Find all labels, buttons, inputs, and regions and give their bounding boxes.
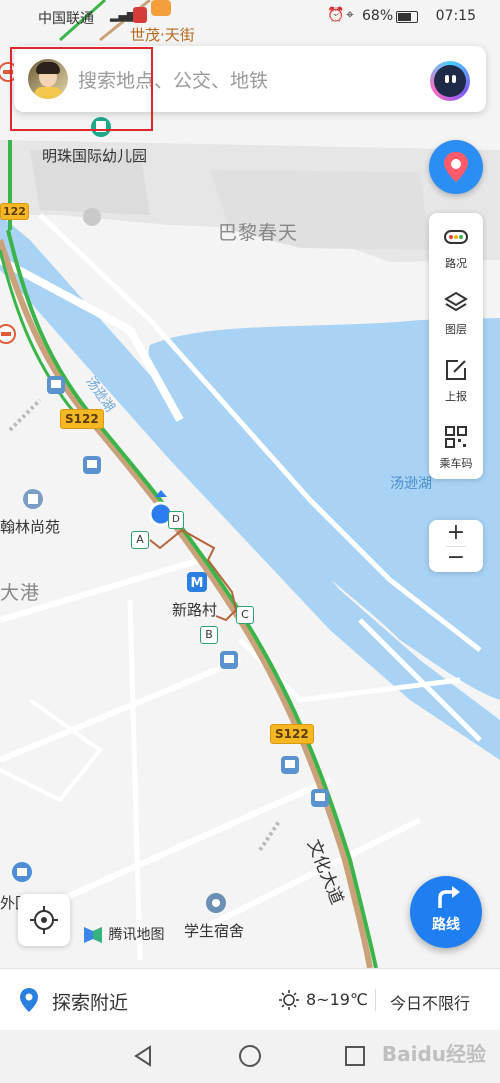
zoom-in-button[interactable]: + [429, 520, 483, 546]
back-icon[interactable] [132, 1044, 154, 1068]
route-button[interactable]: 路线 [410, 876, 482, 948]
tencent-map-logo-icon [84, 927, 102, 943]
report-label: 上报 [445, 390, 467, 403]
traffic-limit[interactable]: 今日不限行 [390, 990, 470, 1014]
logo-text: 腾讯地图 [108, 927, 165, 943]
carrier-label: 中国联通 [38, 11, 94, 27]
my-location-button[interactable] [18, 894, 70, 946]
svg-text:M: M [191, 576, 204, 591]
traffic-button[interactable]: 路况 [429, 213, 483, 279]
metro-icon: M [187, 572, 207, 592]
highlight-box [10, 47, 153, 131]
divider [375, 989, 376, 1011]
discover-pin-button[interactable] [429, 140, 483, 194]
alarm-icon: ⏰ [327, 7, 345, 23]
zoom-control: + − [429, 520, 483, 572]
zoom-out-button[interactable]: − [429, 546, 483, 572]
report-button[interactable]: 上报 [429, 346, 483, 412]
exit-marker-a[interactable]: A [131, 531, 149, 549]
bus-code-label: 乘车码 [439, 457, 473, 470]
map-canvas[interactable]: 世茂·天街 明珠国际幼儿园 巴黎春天 汤逊湖 汤逊湖 翰林尚苑 大港 新路村 学… [0, 0, 500, 968]
mic-icon [133, 7, 147, 23]
bus-stop-icon [83, 456, 101, 474]
sun-icon [279, 990, 299, 1010]
exit-marker-d[interactable]: D [168, 511, 184, 529]
qr-code-icon [445, 426, 467, 448]
bus-stop-icon [281, 756, 299, 774]
layers-button[interactable]: 图层 [429, 279, 483, 345]
system-nav-bar: Baidu经验 [0, 1030, 500, 1083]
signal-icon: ▂▄▆ [110, 9, 136, 22]
location-pin-icon [20, 988, 38, 1012]
no-entry-icon [0, 324, 16, 344]
exit-marker-c[interactable]: C [236, 606, 254, 624]
recents-icon[interactable] [344, 1045, 366, 1067]
bus-code-button[interactable]: 乘车码 [429, 413, 483, 479]
gray-circle-icon [83, 208, 101, 226]
bus-stop-icon [47, 376, 65, 394]
bottom-bar: 探索附近 8~19℃ 今日不限行 [0, 968, 500, 1031]
status-bar: 中国联通 ▂▄▆ ⏰ ⌖ 68% 07:15 [0, 0, 500, 34]
clock: 07:15 [435, 8, 476, 24]
explore-nearby-button[interactable]: 探索附近 [52, 988, 128, 1015]
report-edit-icon [446, 360, 466, 380]
crosshair-icon [30, 906, 58, 934]
map-pin-icon [444, 152, 468, 182]
building-icon [23, 489, 43, 509]
location-pin-icon [206, 893, 226, 913]
battery-percent: 68% [362, 8, 394, 24]
tencent-map-logo: 腾讯地图 [82, 924, 164, 946]
location-icon: ⌖ [346, 7, 354, 23]
bus-stop-icon [311, 789, 329, 807]
home-icon[interactable] [238, 1044, 262, 1068]
bus-stop-icon [220, 651, 238, 669]
battery-icon [396, 11, 418, 23]
traffic-label: 路况 [445, 257, 467, 270]
school-icon [12, 862, 32, 882]
turn-right-arrow-icon [438, 886, 460, 908]
watermark: Baidu经验 [381, 1042, 486, 1066]
weather-temperature[interactable]: 8~19℃ [306, 990, 368, 1009]
route-label: 路线 [432, 917, 460, 933]
layers-icon [444, 291, 468, 312]
layers-label: 图层 [445, 323, 467, 336]
map-markers: M [0, 0, 329, 913]
map-tools-panel: 路况 图层 上报 乘车码 [429, 213, 483, 479]
exit-marker-b[interactable]: B [200, 626, 218, 644]
traffic-icon [444, 230, 468, 244]
voice-assistant-icon[interactable] [430, 61, 470, 101]
